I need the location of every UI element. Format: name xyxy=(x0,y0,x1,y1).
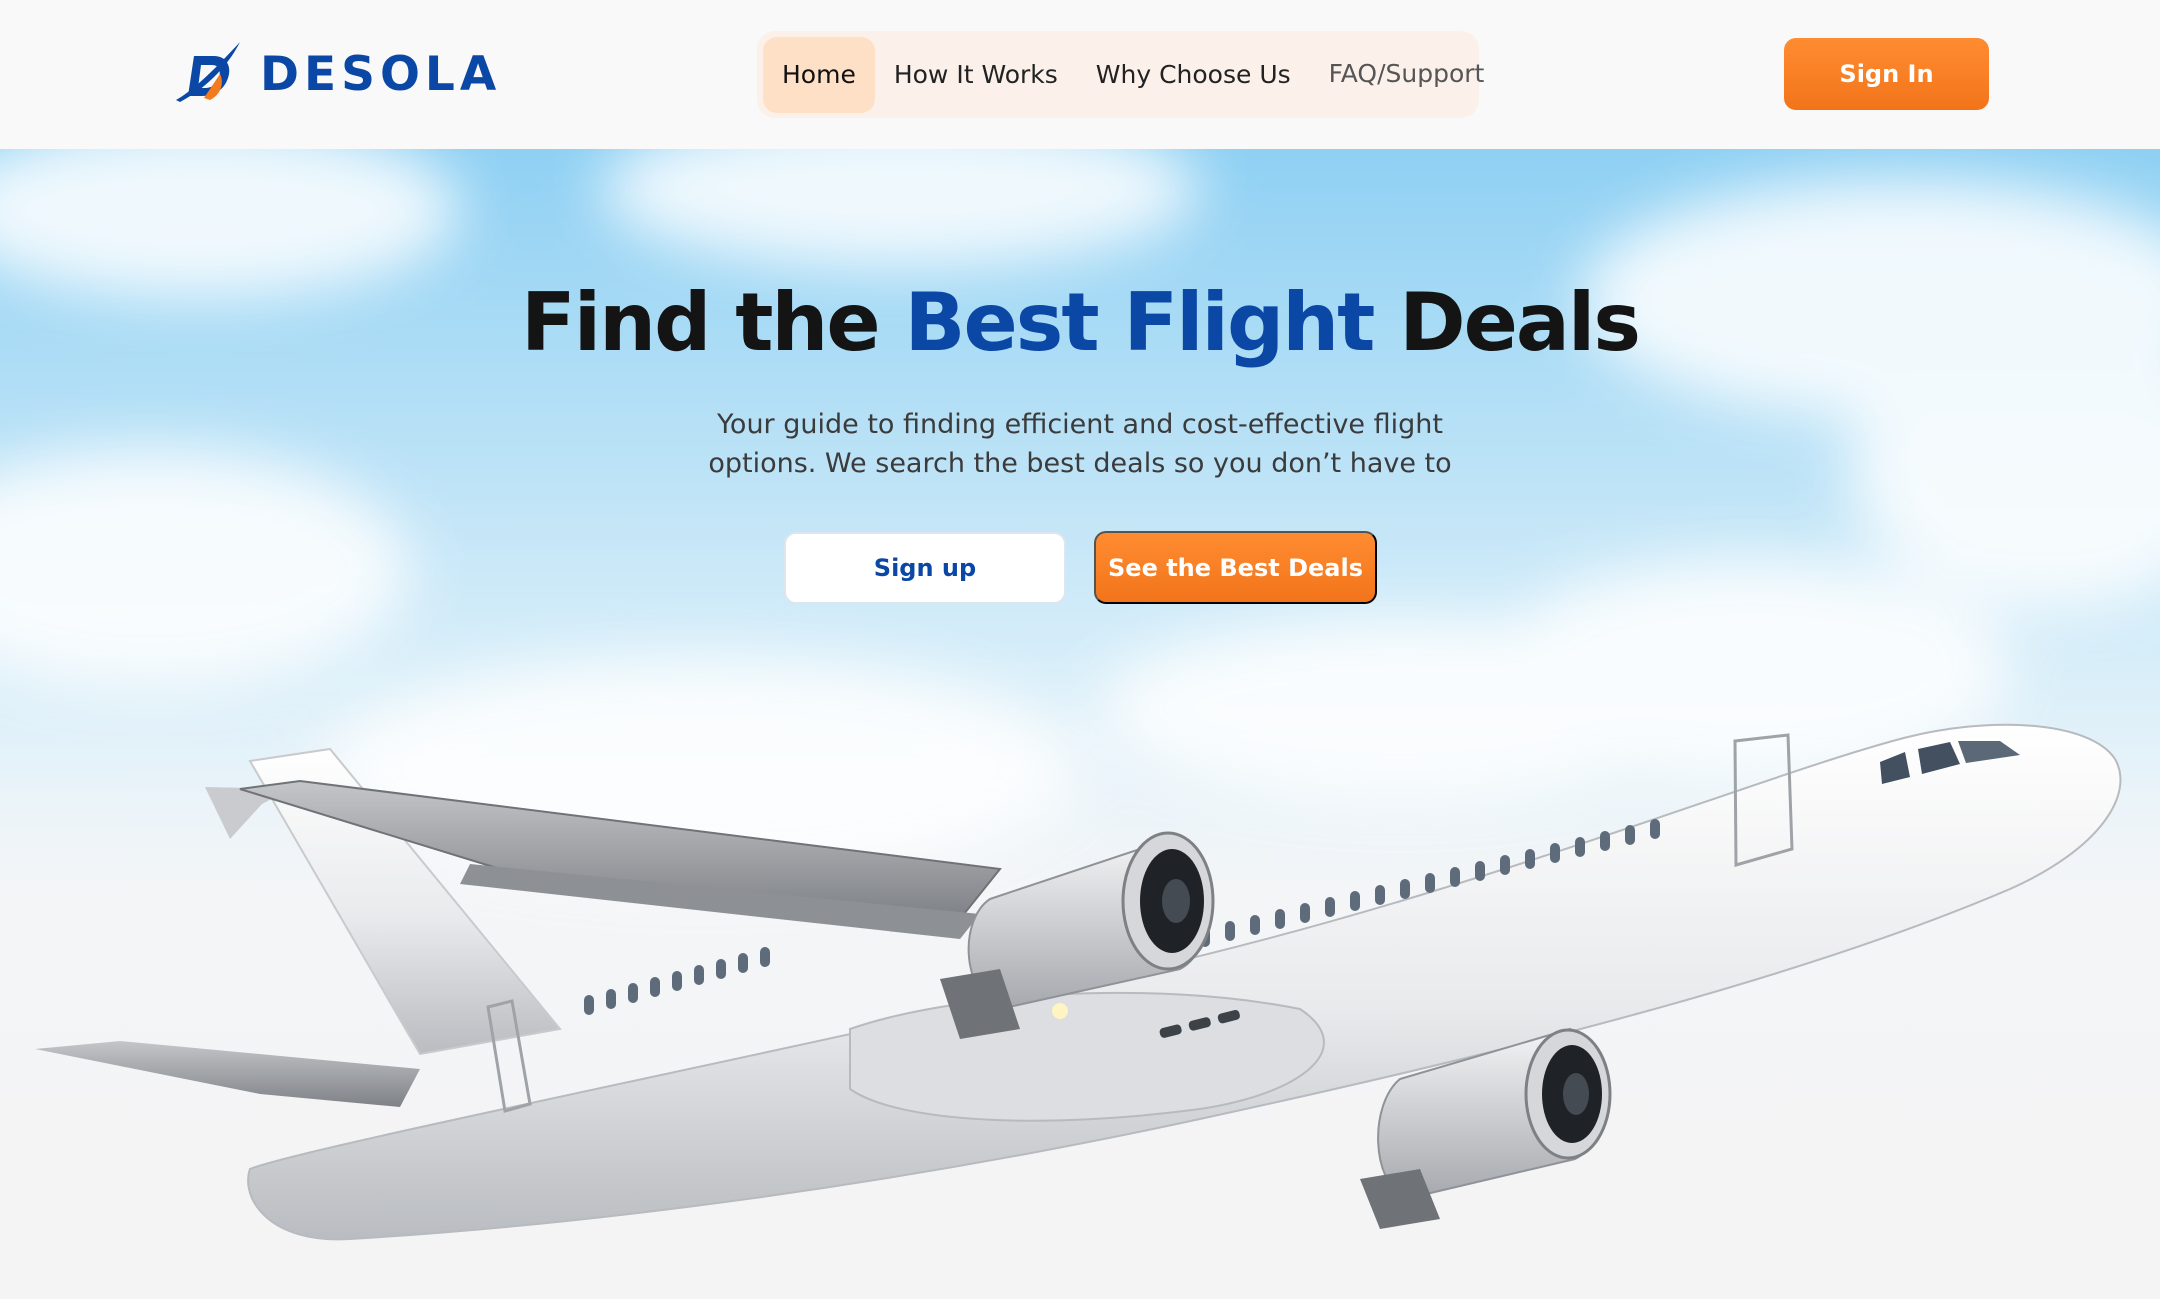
nav-item-home[interactable]: Home xyxy=(763,36,875,113)
brand-name: DESOLA xyxy=(260,46,502,102)
brand-logo[interactable]: DESOLA xyxy=(174,38,501,110)
nav-item-why-choose-us[interactable]: Why Choose Us xyxy=(1077,37,1310,113)
main-nav: Home How It Works Why Choose Us FAQ/Supp… xyxy=(757,31,1484,118)
hero-section: Find the Best Flight Deals Your guide to… xyxy=(0,149,2160,1299)
window-row-rear xyxy=(584,947,770,1015)
airplane-image xyxy=(35,723,2122,1241)
nav-item-faq-support[interactable]: FAQ/Support xyxy=(1310,35,1504,111)
sign-in-button[interactable]: Sign In xyxy=(1784,38,1989,110)
plane-swoosh-logo-icon xyxy=(176,42,240,102)
nav-item-how-it-works[interactable]: How It Works xyxy=(875,37,1077,113)
site-header: DESOLA Home How It Works Why Choose Us F… xyxy=(0,0,2160,149)
